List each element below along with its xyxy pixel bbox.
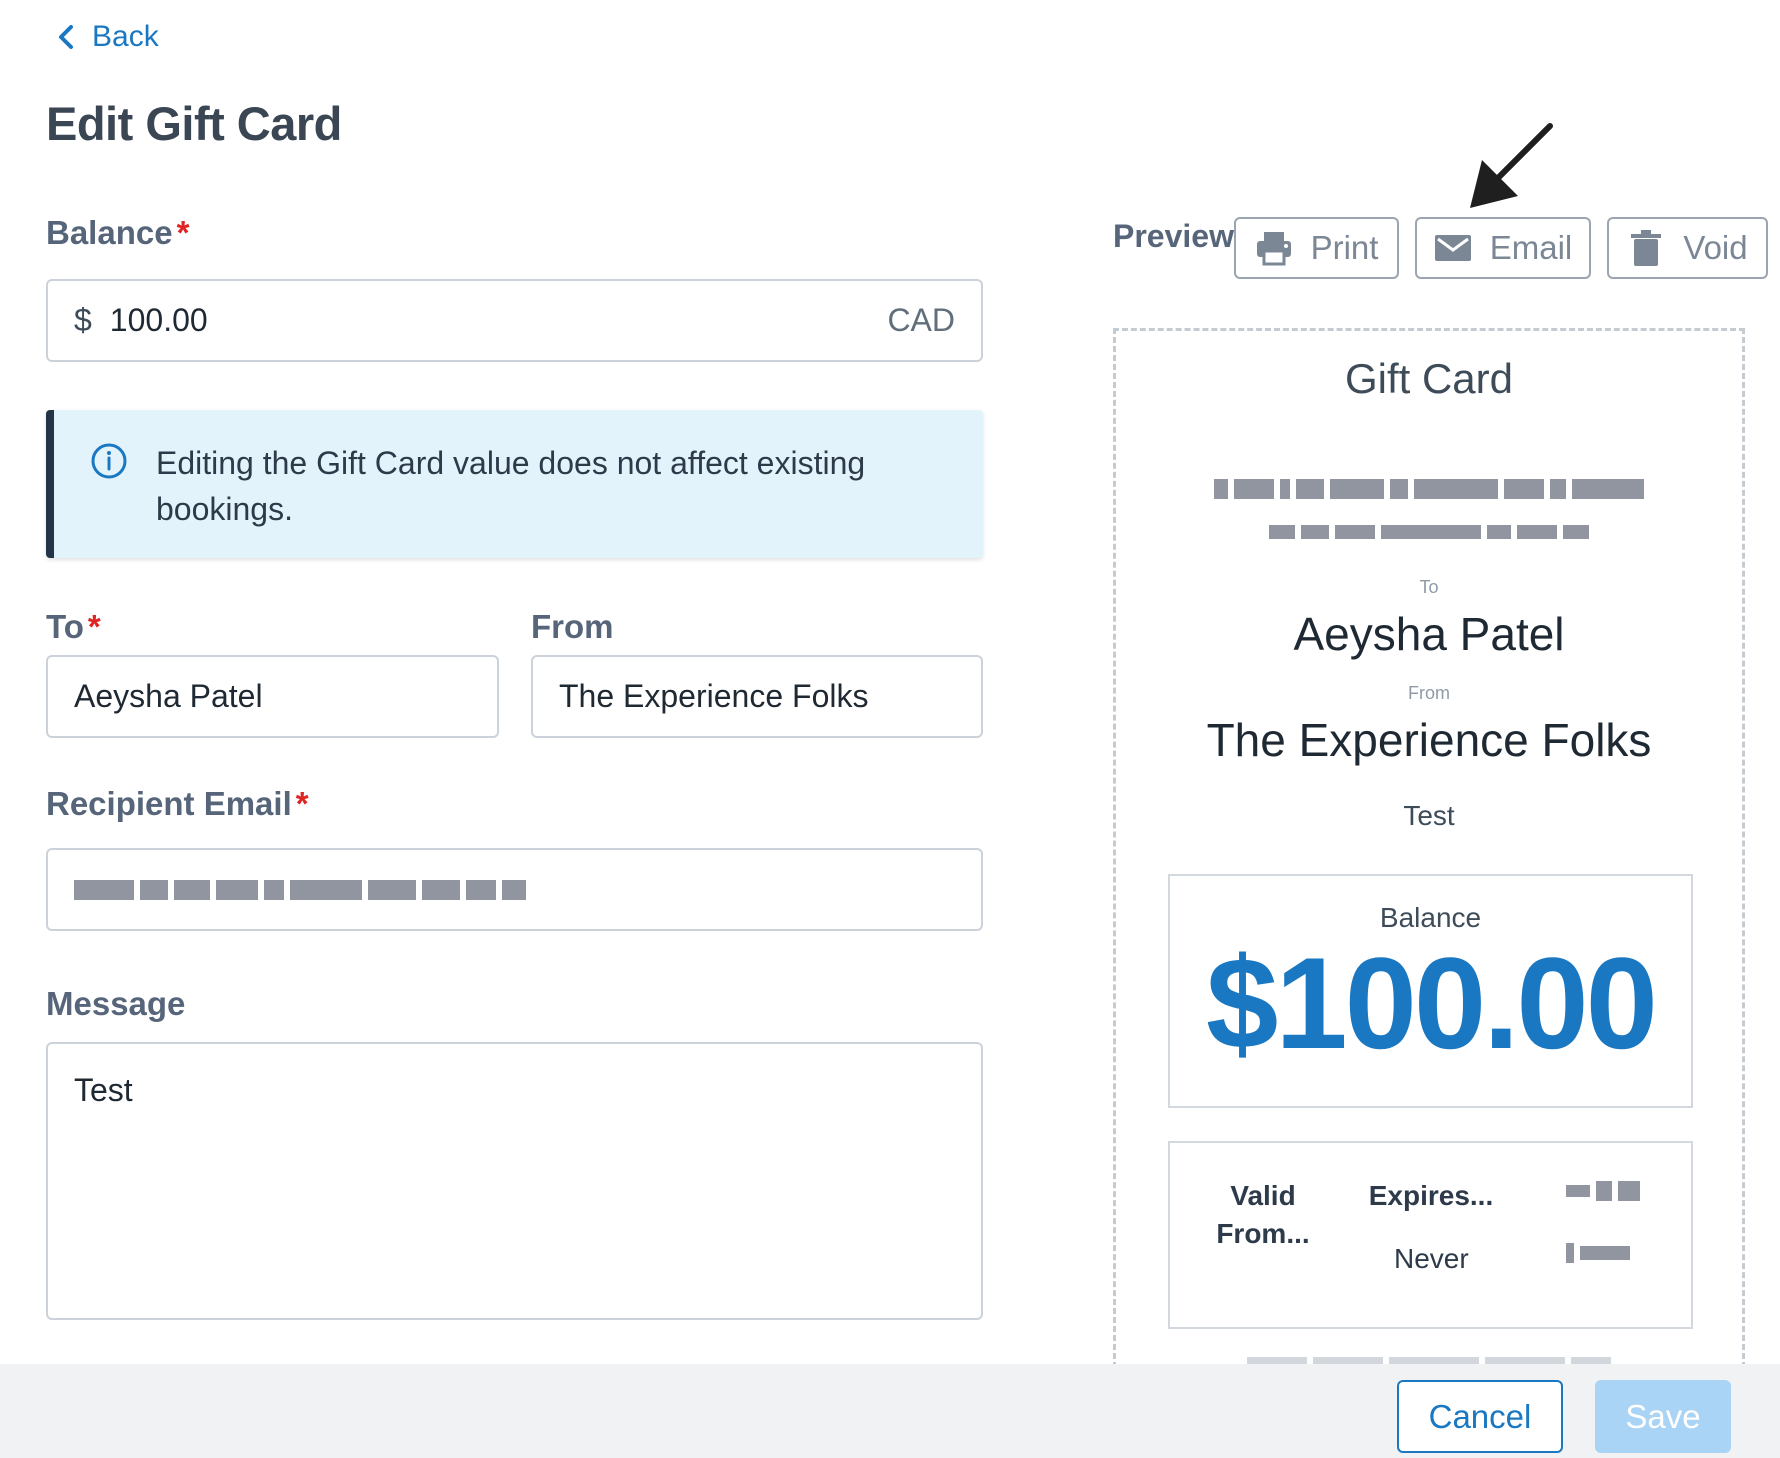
to-label: To *: [46, 608, 101, 646]
print-button[interactable]: Print: [1234, 217, 1399, 279]
message-label: Message: [46, 985, 186, 1022]
expires-label: Expires...: [1368, 1180, 1494, 1211]
from-label: From: [531, 608, 614, 645]
required-marker: *: [87, 608, 101, 645]
card-from-name: The Experience Folks: [1206, 714, 1652, 766]
info-icon: [91, 443, 127, 479]
info-text: Editing the Gift Card value does not aff…: [156, 445, 866, 527]
chevron-left-icon: [59, 25, 73, 49]
card-to-name: Aeysha Patel: [1293, 608, 1565, 660]
redacted-value: [1566, 1243, 1630, 1263]
gift-card-preview: Gift Card To Aeysha Patel From The Exper…: [1113, 328, 1745, 1368]
info-alert: Editing the Gift Card value does not aff…: [46, 410, 983, 558]
back-link[interactable]: Back: [56, 20, 159, 54]
to-input[interactable]: Aeysha Patel: [46, 655, 499, 738]
to-value: Aeysha Patel: [74, 678, 263, 714]
card-from-label: From: [1408, 683, 1450, 703]
card-balance-box: Balance $100.00: [1168, 874, 1693, 1108]
to-label-text: To: [46, 608, 84, 645]
card-to-label: To: [1419, 577, 1439, 597]
balance-value: 100.00: [109, 302, 208, 338]
balance-label-text: Balance: [46, 214, 173, 251]
currency-code: CAD: [887, 302, 955, 338]
balance-input[interactable]: $ 100.00 CAD: [46, 279, 983, 362]
save-button[interactable]: Save: [1595, 1380, 1731, 1453]
back-label: Back: [92, 20, 159, 53]
required-marker: *: [295, 785, 309, 822]
email-button[interactable]: Email: [1415, 217, 1591, 279]
message-value: Test: [74, 1072, 133, 1108]
balance-label: Balance *: [46, 214, 189, 252]
card-validity-box: Valid From... Expires... Never: [1168, 1141, 1693, 1329]
card-title: Gift Card: [1344, 355, 1514, 402]
card-message: Test: [1403, 800, 1455, 831]
recipient-email-label-text: Recipient Email: [46, 785, 292, 822]
message-textarea[interactable]: Test: [46, 1042, 983, 1320]
currency-symbol: $: [74, 302, 92, 338]
recipient-email-input[interactable]: [46, 848, 983, 931]
from-input[interactable]: The Experience Folks: [531, 655, 983, 738]
void-label: Void: [1683, 229, 1748, 266]
from-value: The Experience Folks: [559, 678, 869, 714]
envelope-icon: [1434, 235, 1471, 261]
preview-label: Preview: [1113, 218, 1234, 254]
page-title: Edit Gift Card: [46, 97, 342, 150]
card-balance-amount: $100.00: [1206, 930, 1658, 1076]
pointer-arrow-icon: [1470, 123, 1553, 208]
redacted-value: [1566, 1181, 1640, 1201]
email-label: Email: [1489, 229, 1573, 266]
redacted-description: [1116, 479, 1742, 499]
print-label: Print: [1310, 229, 1379, 266]
redacted-description-line-2: [1116, 525, 1742, 539]
cancel-button[interactable]: Cancel: [1397, 1380, 1563, 1453]
valid-from-label: Valid From...: [1216, 1180, 1310, 1249]
printer-icon: [1256, 232, 1291, 266]
redacted-email: [74, 879, 526, 900]
expires-value: Never: [1394, 1243, 1469, 1274]
trash-icon: [1631, 230, 1662, 266]
void-button[interactable]: Void: [1607, 217, 1768, 279]
recipient-email-label: Recipient Email *: [46, 785, 309, 823]
required-marker: *: [176, 214, 190, 251]
